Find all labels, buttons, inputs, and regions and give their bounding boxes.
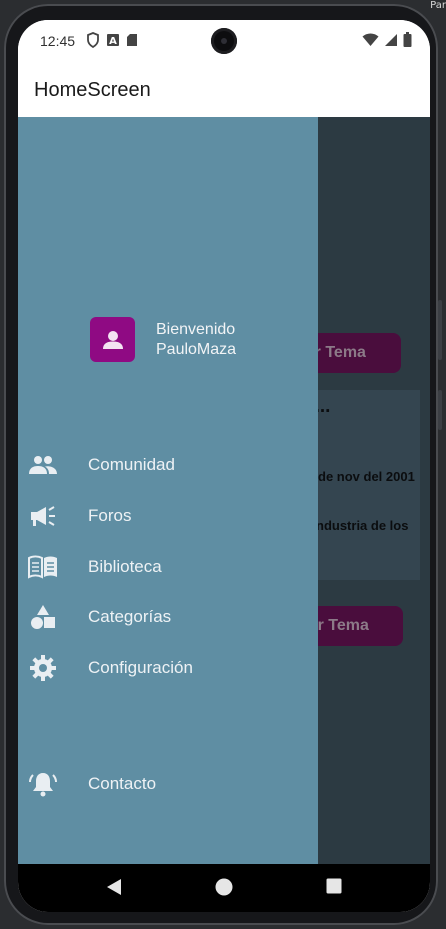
status-time: 12:45: [40, 33, 76, 49]
drawer-item-label: Biblioteca: [88, 557, 162, 576]
power-button: [438, 300, 442, 360]
drawer-item-label: Foros: [88, 506, 132, 525]
drawer-item-label: Categorías: [88, 607, 172, 626]
drawer-item-categorias[interactable]: Categorías: [28, 596, 318, 638]
drawer-item-foros[interactable]: Foros: [28, 495, 318, 537]
status-right-icons: [362, 32, 412, 47]
signal-icon: [385, 33, 397, 46]
gear-icon: [28, 653, 58, 683]
host-corner-text: Par: [430, 0, 446, 11]
drawer-item-contacto[interactable]: Contacto: [28, 763, 318, 805]
background-description: ndustria de los: [316, 518, 409, 533]
svg-text:A: A: [109, 36, 117, 47]
background-date: de nov del 2001: [318, 469, 415, 484]
home-icon[interactable]: [215, 878, 233, 896]
front-camera: [211, 28, 237, 54]
navigation-drawer: Bienvenido PauloMaza Comunidad Foros Bib…: [18, 117, 318, 864]
battery-icon: [403, 32, 412, 47]
people-icon: [28, 450, 58, 480]
sd-card-icon: [127, 34, 137, 46]
recents-icon[interactable]: [326, 878, 342, 894]
profile-greeting: Bienvenido: [156, 320, 236, 338]
book-icon: [28, 552, 58, 582]
drawer-item-configuracion[interactable]: Configuración: [28, 647, 318, 689]
screen: 12:45 A HomeScreen gar Tema de nov del 2…: [18, 20, 430, 912]
shield-icon: [87, 32, 99, 48]
device-frame: Par 12:45 A HomeScreen gar Tema de nov d…: [0, 0, 446, 929]
phone-body: 12:45 A HomeScreen gar Tema de nov del 2…: [4, 4, 438, 925]
drawer-item-biblioteca[interactable]: Biblioteca: [28, 546, 318, 588]
a-icon: A: [107, 34, 119, 47]
background-card: [300, 390, 420, 580]
drawer-item-label: Contacto: [88, 774, 157, 793]
shapes-icon: [28, 602, 58, 632]
app-title: HomeScreen: [34, 79, 151, 101]
wifi-icon: [362, 33, 379, 46]
avatar: [90, 317, 135, 362]
drawer-item-label: Comunidad: [88, 455, 175, 474]
status-left-icons: A: [86, 32, 138, 48]
system-nav-bar: [18, 864, 430, 912]
status-bar: 12:45 A: [18, 20, 430, 60]
drawer-item-label: Configuración: [88, 658, 193, 677]
back-icon[interactable]: [106, 878, 122, 896]
person-icon: [102, 330, 123, 349]
megaphone-icon: [28, 501, 58, 531]
bell-icon: [28, 769, 58, 799]
drawer-profile: Bienvenido PauloMaza: [90, 317, 236, 362]
drawer-item-comunidad[interactable]: Comunidad: [28, 444, 318, 486]
volume-button: [438, 390, 442, 430]
profile-username: PauloMaza: [156, 340, 237, 358]
app-bar: HomeScreen: [18, 60, 430, 117]
profile-text: Bienvenido PauloMaza: [156, 320, 236, 360]
